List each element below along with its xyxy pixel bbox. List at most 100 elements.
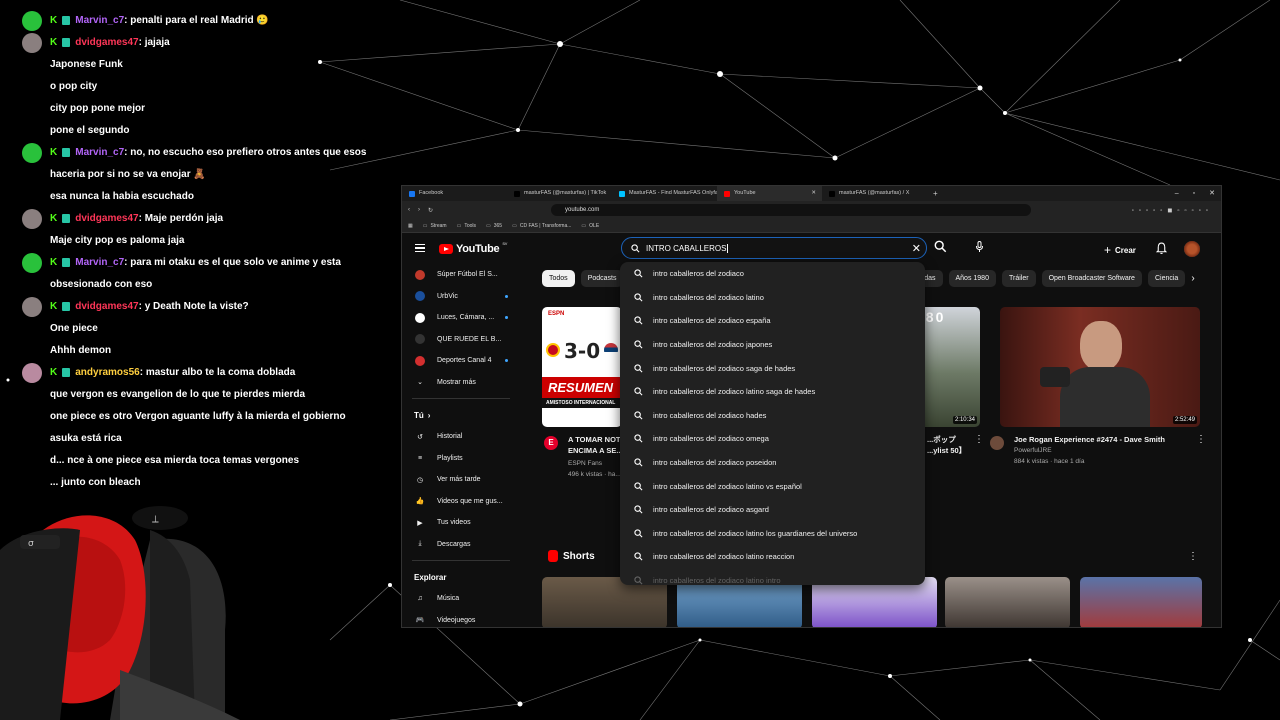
sidebar-item[interactable]: 🎮 Videojuegos bbox=[402, 610, 522, 628]
search-input[interactable]: INTRO CABALLEROS bbox=[646, 244, 726, 253]
bookmark-item[interactable]: ▭ Tools bbox=[457, 223, 476, 229]
search-suggestion[interactable]: intro caballeros del zodiaco latino saga… bbox=[620, 380, 925, 404]
search-box[interactable]: INTRO CABALLEROS ✕ bbox=[621, 237, 927, 259]
bookmark-item[interactable]: ▭ CD FAS | Transforma... bbox=[512, 223, 571, 229]
chevron-right-icon[interactable]: › bbox=[1191, 270, 1194, 288]
reload-icon[interactable]: ↻ bbox=[428, 207, 433, 214]
chat-text: city pop pone mejor bbox=[50, 103, 146, 114]
short-thumbnail-4[interactable] bbox=[945, 577, 1070, 627]
chat-avatar[interactable] bbox=[22, 33, 42, 53]
filter-chip[interactable]: Todos bbox=[542, 270, 575, 287]
search-suggestion[interactable]: intro caballeros del zodiaco hades bbox=[620, 404, 925, 428]
bookmark-item[interactable]: ▭ OLE bbox=[581, 223, 599, 229]
search-suggestion[interactable]: intro caballeros del zodiaco japones bbox=[620, 333, 925, 357]
chat-avatar[interactable] bbox=[22, 297, 42, 317]
browser-tab[interactable]: MasturFAS - Find MasturFAS Onlyfa bbox=[612, 186, 717, 201]
search-suggestion[interactable]: intro caballeros del zodiaco españa bbox=[620, 309, 925, 333]
video-menu-icon-2[interactable]: ⋮ bbox=[974, 434, 984, 445]
browser-tab[interactable]: Facebook bbox=[402, 186, 507, 201]
video-title-2b[interactable]: ...ylist 50】 bbox=[927, 445, 966, 456]
channel-name-3[interactable]: PowerfulJRE bbox=[1014, 446, 1052, 456]
maximize-button[interactable]: ▫ bbox=[1193, 186, 1195, 201]
filter-chip[interactable]: Tráiler bbox=[1001, 270, 1036, 287]
kick-badge-icon: K bbox=[50, 213, 58, 224]
minimize-button[interactable]: – bbox=[1175, 186, 1179, 201]
video-title-3[interactable]: Joe Rogan Experience #2474 - Dave Smith bbox=[1014, 434, 1165, 445]
sidebar-subscription[interactable]: QUE RUEDE EL B... bbox=[402, 329, 522, 351]
chat-avatar[interactable] bbox=[22, 143, 42, 163]
search-suggestion[interactable]: intro caballeros del zodiaco asgard bbox=[620, 498, 925, 522]
menu-icon[interactable] bbox=[415, 244, 425, 252]
account-avatar[interactable] bbox=[1184, 241, 1200, 257]
chat-username[interactable]: dvidgames47 bbox=[75, 296, 138, 318]
create-button[interactable]: + Crear bbox=[1104, 243, 1136, 257]
filter-chip[interactable]: Open Broadcaster Software bbox=[1041, 270, 1142, 287]
chat-message: Kdvidgames47: jajaja bbox=[22, 32, 382, 54]
filter-chip[interactable]: Años 1980 bbox=[948, 270, 996, 287]
chat-username[interactable]: dvidgames47 bbox=[75, 32, 138, 54]
search-suggestion[interactable]: intro caballeros del zodiaco bbox=[620, 262, 925, 286]
sidebar-subscription[interactable]: Deportes Canal 4 bbox=[402, 350, 522, 372]
new-tab-button[interactable]: + bbox=[933, 189, 938, 198]
close-tab-icon[interactable]: ✕ bbox=[811, 186, 816, 201]
video-thumbnail-1[interactable]: ESPN 3-0 RESUMEN AMISTOSO INTERNACIONAL bbox=[542, 307, 622, 427]
sidebar-subscription[interactable]: UrbVic bbox=[402, 286, 522, 308]
channel-name-1[interactable]: ESPN Fans bbox=[568, 459, 602, 469]
clear-search-icon[interactable]: ✕ bbox=[912, 242, 921, 255]
notifications-bell-icon[interactable] bbox=[1156, 242, 1167, 255]
sidebar-show-more[interactable]: ⌄ Mostrar más bbox=[402, 372, 522, 394]
extension-icons[interactable]: ▫▫▫▫▫◼▫▫▫▫▫ bbox=[1132, 207, 1213, 214]
video-thumbnail-3[interactable]: 2:52:49 bbox=[1000, 307, 1200, 427]
bookmark-item[interactable]: ▭ 365 bbox=[486, 223, 502, 229]
chat-username[interactable]: Marvin_c7 bbox=[75, 252, 124, 274]
sidebar-subscription[interactable]: Luces, Cámara, ... bbox=[402, 307, 522, 329]
browser-tab[interactable]: masturFAS (@masturfas) / X bbox=[822, 186, 927, 201]
youtube-logo[interactable]: YouTube SV bbox=[439, 241, 507, 255]
search-suggestion[interactable]: intro caballeros del zodiaco poseidon bbox=[620, 451, 925, 475]
bookmark-item[interactable]: ▭ Stream bbox=[423, 223, 447, 229]
back-icon[interactable]: ‹ bbox=[408, 207, 410, 213]
video-menu-icon-3[interactable]: ⋮ bbox=[1196, 434, 1206, 445]
filter-chip[interactable]: Podcasts bbox=[580, 270, 624, 287]
search-suggestion[interactable]: intro caballeros del zodiaco latino vs e… bbox=[620, 474, 925, 498]
video-title-2a[interactable]: ...ポップ bbox=[927, 434, 956, 445]
chat-avatar[interactable] bbox=[22, 11, 42, 31]
browser-tab[interactable]: masturFAS (@masturfas) | TikTok bbox=[507, 186, 612, 201]
chat-username[interactable]: Marvin_c7 bbox=[75, 10, 124, 32]
microphone-icon[interactable] bbox=[975, 241, 984, 253]
sidebar-subscription[interactable]: Súper Fútbol El S... bbox=[402, 264, 522, 286]
sidebar-you-heading[interactable]: Tú › bbox=[402, 404, 522, 426]
filter-chip[interactable]: Ciencia bbox=[1147, 270, 1186, 287]
search-suggestion[interactable]: intro caballeros del zodiaco latino los … bbox=[620, 522, 925, 546]
chat-avatar[interactable] bbox=[22, 253, 42, 273]
chat-avatar[interactable] bbox=[22, 209, 42, 229]
chat-username[interactable]: dvidgames47 bbox=[75, 208, 138, 230]
sidebar-item[interactable]: ▶ Tus videos bbox=[402, 512, 522, 534]
forward-icon[interactable]: › bbox=[418, 207, 420, 213]
search-suggestion[interactable]: intro caballeros del zodiaco latino bbox=[620, 286, 925, 310]
sidebar-item[interactable]: ♫ Música bbox=[402, 588, 522, 610]
sidebar-item[interactable]: ◷ Ver más tarde bbox=[402, 469, 522, 491]
sidebar-item[interactable]: ≡ Playlists bbox=[402, 448, 522, 470]
browser-tab[interactable]: YouTube ✕ bbox=[717, 186, 822, 201]
short-thumbnail-5[interactable] bbox=[1080, 577, 1202, 627]
close-window-button[interactable]: ✕ bbox=[1209, 186, 1215, 201]
chat-username[interactable]: Marvin_c7 bbox=[75, 142, 124, 164]
channel-avatar-jre[interactable] bbox=[990, 436, 1004, 450]
apps-grid-icon[interactable]: ▦ bbox=[408, 223, 413, 229]
sidebar-item[interactable]: ⤓ Descargas bbox=[402, 534, 522, 556]
search-suggestion[interactable]: intro caballeros del zodiaco saga de had… bbox=[620, 356, 925, 380]
shorts-menu-icon[interactable]: ⋮ bbox=[1188, 551, 1198, 562]
channel-avatar-espn[interactable]: E bbox=[544, 436, 558, 450]
url-input[interactable]: youtube.com bbox=[551, 204, 1032, 216]
search-suggestion[interactable]: intro caballeros del zodiaco latino reac… bbox=[620, 545, 925, 569]
sidebar-item[interactable]: 👍 Videos que me gus... bbox=[402, 491, 522, 513]
search-button-icon[interactable] bbox=[934, 240, 947, 253]
video-title-1a[interactable]: A TOMAR NOT... bbox=[568, 434, 626, 445]
search-suggestion[interactable]: intro caballeros del zodiaco latino intr… bbox=[620, 569, 925, 585]
video-title-1b[interactable]: ENCIMA A SE... bbox=[568, 445, 623, 456]
chat-username[interactable]: andyramos56 bbox=[75, 362, 139, 384]
chat-avatar[interactable] bbox=[22, 363, 42, 383]
search-suggestion[interactable]: intro caballeros del zodiaco omega bbox=[620, 427, 925, 451]
sidebar-item[interactable]: ↺ Historial bbox=[402, 426, 522, 448]
